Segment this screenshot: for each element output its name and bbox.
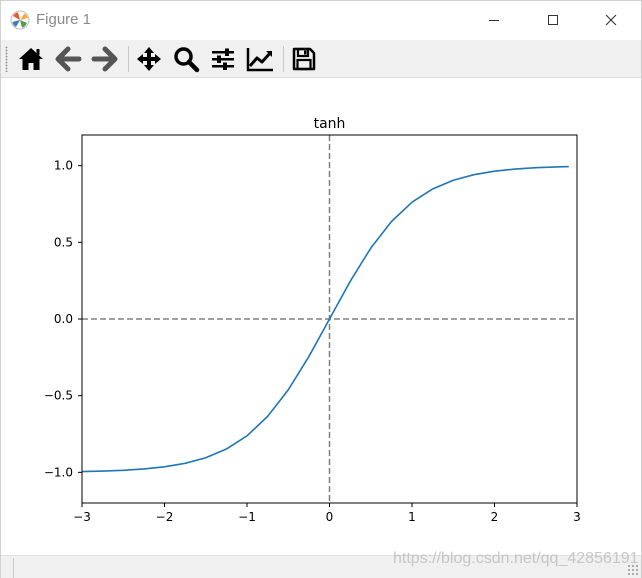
subplots-button[interactable] [207,44,239,74]
figure-window: Figure 1 −3 −2 −1 0 1 2 3 −1.0 −0.5 0.0 … [0,0,642,578]
close-icon [605,14,617,26]
x-tick-label: 3 [573,510,581,524]
x-tick-label: 0 [326,510,334,524]
title-bar[interactable]: Figure 1 [1,1,641,40]
y-tick-label: 0.5 [54,235,73,249]
x-tick-label: 1 [408,510,416,524]
minimize-button[interactable] [479,7,509,33]
toolbar-grip[interactable] [5,46,8,72]
tanh-plot: −3 −2 −1 0 1 2 3 −1.0 −0.5 0.0 0.5 1.0 tanh [44,116,581,524]
status-separator [13,558,14,578]
line-chart-icon [246,48,273,72]
arrow-right-icon [91,46,118,72]
zoom-button[interactable] [170,44,202,74]
home-icon [19,48,43,70]
forward-button[interactable] [89,44,121,74]
y-tick-label: 0.0 [54,312,73,326]
back-button[interactable] [52,44,84,74]
customize-button[interactable] [244,44,276,74]
chart-title: tanh [314,116,346,132]
arrow-left-icon [55,46,82,72]
x-tick-label: 2 [491,510,499,524]
x-tick-label: −1 [238,510,256,524]
floppy-disk-icon [292,47,316,71]
x-tick-label: −2 [156,510,174,524]
move-icon [137,47,161,71]
figure-canvas[interactable]: −3 −2 −1 0 1 2 3 −1.0 −0.5 0.0 0.5 1.0 tanh [2,79,641,555]
y-tick-label: −0.5 [44,389,73,403]
close-button[interactable] [596,7,626,33]
magnifier-icon [174,47,200,73]
sliders-icon [212,48,234,70]
x-tick-label: −3 [73,510,91,524]
watermark-text: https://blog.csdn.net/qq_42856191 [393,550,639,567]
home-button[interactable] [15,44,47,74]
toolbar-separator [128,46,129,72]
minimize-icon [489,20,499,21]
maximize-button[interactable] [538,7,568,33]
save-button[interactable] [288,44,320,74]
navigation-toolbar [1,40,641,78]
maximize-icon [548,15,558,25]
y-tick-label: 1.0 [54,159,73,173]
y-tick-label: −1.0 [44,465,73,479]
matplotlib-logo-icon [10,10,30,30]
toolbar-separator [283,46,284,72]
pan-button[interactable] [133,44,165,74]
window-title: Figure 1 [36,11,92,28]
